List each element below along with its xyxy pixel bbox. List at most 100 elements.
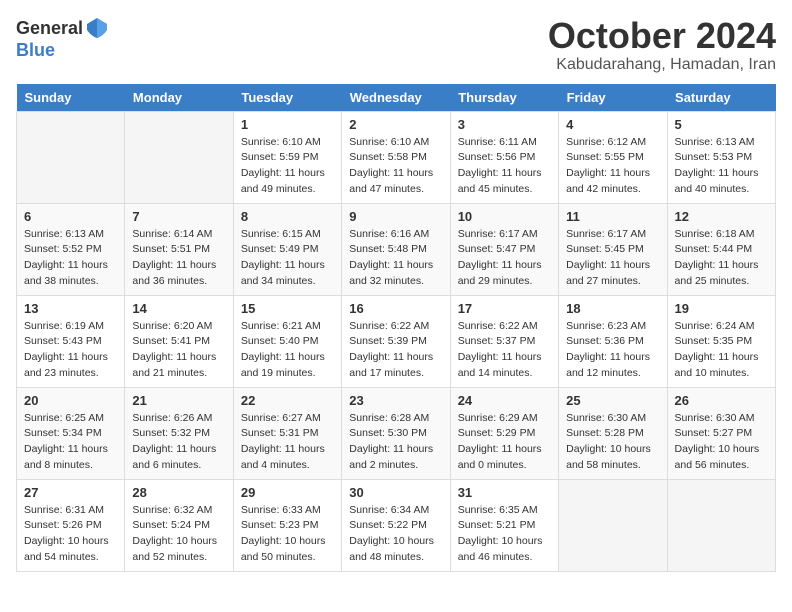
cell-info: Sunrise: 6:25 AM Sunset: 5:34 PM Dayligh… — [24, 411, 117, 474]
calendar-header: SundayMondayTuesdayWednesdayThursdayFrid… — [17, 84, 776, 112]
cell-info: Sunrise: 6:16 AM Sunset: 5:48 PM Dayligh… — [349, 227, 442, 290]
calendar-cell: 3Sunrise: 6:11 AM Sunset: 5:56 PM Daylig… — [450, 111, 558, 203]
day-number: 29 — [241, 485, 334, 500]
cell-info: Sunrise: 6:27 AM Sunset: 5:31 PM Dayligh… — [241, 411, 334, 474]
calendar-cell: 18Sunrise: 6:23 AM Sunset: 5:36 PM Dayli… — [559, 295, 667, 387]
cell-info: Sunrise: 6:32 AM Sunset: 5:24 PM Dayligh… — [132, 503, 225, 566]
cell-info: Sunrise: 6:26 AM Sunset: 5:32 PM Dayligh… — [132, 411, 225, 474]
day-number: 17 — [458, 301, 551, 316]
day-number: 20 — [24, 393, 117, 408]
cell-info: Sunrise: 6:12 AM Sunset: 5:55 PM Dayligh… — [566, 135, 659, 198]
day-of-week-header: Friday — [559, 84, 667, 112]
day-number: 7 — [132, 209, 225, 224]
calendar-cell: 4Sunrise: 6:12 AM Sunset: 5:55 PM Daylig… — [559, 111, 667, 203]
calendar-cell: 21 Sunrise: 6:26 AM Sunset: 5:32 PM Dayli… — [125, 387, 233, 479]
cell-info: Sunrise: 6:35 AM Sunset: 5:21 PM Dayligh… — [458, 503, 551, 566]
logo-icon — [85, 16, 109, 40]
calendar-cell: 27 Sunrise: 6:31 AM Sunset: 5:26 PM Dayli… — [17, 479, 125, 571]
calendar-cell: 2Sunrise: 6:10 AM Sunset: 5:58 PM Daylig… — [342, 111, 450, 203]
logo-blue-text: Blue — [16, 40, 55, 60]
calendar-cell: 17 Sunrise: 6:22 AM Sunset: 5:37 PM Dayli… — [450, 295, 558, 387]
day-header-row: SundayMondayTuesdayWednesdayThursdayFrid… — [17, 84, 776, 112]
day-number: 14 — [132, 301, 225, 316]
day-of-week-header: Thursday — [450, 84, 558, 112]
day-number: 31 — [458, 485, 551, 500]
calendar-cell: 14 Sunrise: 6:20 AM Sunset: 5:41 PM Dayli… — [125, 295, 233, 387]
cell-info: Sunrise: 6:17 AM Sunset: 5:47 PM Dayligh… — [458, 227, 551, 290]
calendar-week-row: 27 Sunrise: 6:31 AM Sunset: 5:26 PM Dayli… — [17, 479, 776, 571]
calendar-cell: 31 Sunrise: 6:35 AM Sunset: 5:21 PM Dayli… — [450, 479, 558, 571]
cell-info: Sunrise: 6:10 AM Sunset: 5:59 PM Dayligh… — [241, 135, 334, 198]
day-number: 13 — [24, 301, 117, 316]
calendar-cell: 7 Sunrise: 6:14 AM Sunset: 5:51 PM Daylig… — [125, 203, 233, 295]
day-number: 19 — [675, 301, 768, 316]
calendar-cell — [17, 111, 125, 203]
cell-info: Sunrise: 6:11 AM Sunset: 5:56 PM Dayligh… — [458, 135, 551, 198]
calendar-cell: 11 Sunrise: 6:17 AM Sunset: 5:45 PM Dayli… — [559, 203, 667, 295]
cell-info: Sunrise: 6:23 AM Sunset: 5:36 PM Dayligh… — [566, 319, 659, 382]
calendar-cell: 28 Sunrise: 6:32 AM Sunset: 5:24 PM Dayli… — [125, 479, 233, 571]
cell-info: Sunrise: 6:30 AM Sunset: 5:27 PM Dayligh… — [675, 411, 768, 474]
calendar-table: SundayMondayTuesdayWednesdayThursdayFrid… — [16, 84, 776, 572]
cell-info: Sunrise: 6:17 AM Sunset: 5:45 PM Dayligh… — [566, 227, 659, 290]
day-of-week-header: Saturday — [667, 84, 775, 112]
cell-info: Sunrise: 6:34 AM Sunset: 5:22 PM Dayligh… — [349, 503, 442, 566]
month-year-title: October 2024 — [548, 16, 776, 56]
cell-info: Sunrise: 6:21 AM Sunset: 5:40 PM Dayligh… — [241, 319, 334, 382]
cell-info: Sunrise: 6:28 AM Sunset: 5:30 PM Dayligh… — [349, 411, 442, 474]
logo-general-text: General — [16, 18, 83, 39]
calendar-cell: 26Sunrise: 6:30 AM Sunset: 5:27 PM Dayli… — [667, 387, 775, 479]
day-number: 2 — [349, 117, 442, 132]
calendar-cell: 12Sunrise: 6:18 AM Sunset: 5:44 PM Dayli… — [667, 203, 775, 295]
calendar-cell: 1Sunrise: 6:10 AM Sunset: 5:59 PM Daylig… — [233, 111, 341, 203]
day-number: 28 — [132, 485, 225, 500]
calendar-cell: 29Sunrise: 6:33 AM Sunset: 5:23 PM Dayli… — [233, 479, 341, 571]
day-number: 25 — [566, 393, 659, 408]
day-number: 21 — [132, 393, 225, 408]
cell-info: Sunrise: 6:24 AM Sunset: 5:35 PM Dayligh… — [675, 319, 768, 382]
day-number: 22 — [241, 393, 334, 408]
cell-info: Sunrise: 6:19 AM Sunset: 5:43 PM Dayligh… — [24, 319, 117, 382]
day-number: 11 — [566, 209, 659, 224]
day-number: 10 — [458, 209, 551, 224]
calendar-cell: 24Sunrise: 6:29 AM Sunset: 5:29 PM Dayli… — [450, 387, 558, 479]
day-number: 24 — [458, 393, 551, 408]
calendar-cell: 30Sunrise: 6:34 AM Sunset: 5:22 PM Dayli… — [342, 479, 450, 571]
calendar-cell: 10 Sunrise: 6:17 AM Sunset: 5:47 PM Dayli… — [450, 203, 558, 295]
calendar-week-row: 13 Sunrise: 6:19 AM Sunset: 5:43 PM Dayli… — [17, 295, 776, 387]
day-number: 15 — [241, 301, 334, 316]
calendar-cell: 5 Sunrise: 6:13 AM Sunset: 5:53 PM Daylig… — [667, 111, 775, 203]
calendar-cell: 6Sunrise: 6:13 AM Sunset: 5:52 PM Daylig… — [17, 203, 125, 295]
header: General Blue October 2024 Kabudarahang, … — [16, 16, 776, 74]
day-of-week-header: Monday — [125, 84, 233, 112]
day-number: 5 — [675, 117, 768, 132]
day-number: 27 — [24, 485, 117, 500]
cell-info: Sunrise: 6:30 AM Sunset: 5:28 PM Dayligh… — [566, 411, 659, 474]
calendar-cell: 15 Sunrise: 6:21 AM Sunset: 5:40 PM Dayli… — [233, 295, 341, 387]
calendar-cell: 9 Sunrise: 6:16 AM Sunset: 5:48 PM Daylig… — [342, 203, 450, 295]
cell-info: Sunrise: 6:13 AM Sunset: 5:53 PM Dayligh… — [675, 135, 768, 198]
calendar-body: 1Sunrise: 6:10 AM Sunset: 5:59 PM Daylig… — [17, 111, 776, 571]
day-number: 16 — [349, 301, 442, 316]
day-number: 9 — [349, 209, 442, 224]
day-number: 23 — [349, 393, 442, 408]
calendar-cell: 8Sunrise: 6:15 AM Sunset: 5:49 PM Daylig… — [233, 203, 341, 295]
cell-info: Sunrise: 6:31 AM Sunset: 5:26 PM Dayligh… — [24, 503, 117, 566]
cell-info: Sunrise: 6:20 AM Sunset: 5:41 PM Dayligh… — [132, 319, 225, 382]
title-area: October 2024 Kabudarahang, Hamadan, Iran — [548, 16, 776, 74]
day-of-week-header: Tuesday — [233, 84, 341, 112]
cell-info: Sunrise: 6:15 AM Sunset: 5:49 PM Dayligh… — [241, 227, 334, 290]
calendar-cell — [125, 111, 233, 203]
cell-info: Sunrise: 6:14 AM Sunset: 5:51 PM Dayligh… — [132, 227, 225, 290]
cell-info: Sunrise: 6:22 AM Sunset: 5:37 PM Dayligh… — [458, 319, 551, 382]
cell-info: Sunrise: 6:13 AM Sunset: 5:52 PM Dayligh… — [24, 227, 117, 290]
day-of-week-header: Sunday — [17, 84, 125, 112]
cell-info: Sunrise: 6:22 AM Sunset: 5:39 PM Dayligh… — [349, 319, 442, 382]
logo: General Blue — [16, 16, 109, 61]
calendar-cell: 23 Sunrise: 6:28 AM Sunset: 5:30 PM Dayli… — [342, 387, 450, 479]
calendar-cell — [559, 479, 667, 571]
calendar-cell: 13 Sunrise: 6:19 AM Sunset: 5:43 PM Dayli… — [17, 295, 125, 387]
calendar-week-row: 20 Sunrise: 6:25 AM Sunset: 5:34 PM Dayli… — [17, 387, 776, 479]
day-number: 12 — [675, 209, 768, 224]
calendar-cell: 20 Sunrise: 6:25 AM Sunset: 5:34 PM Dayli… — [17, 387, 125, 479]
